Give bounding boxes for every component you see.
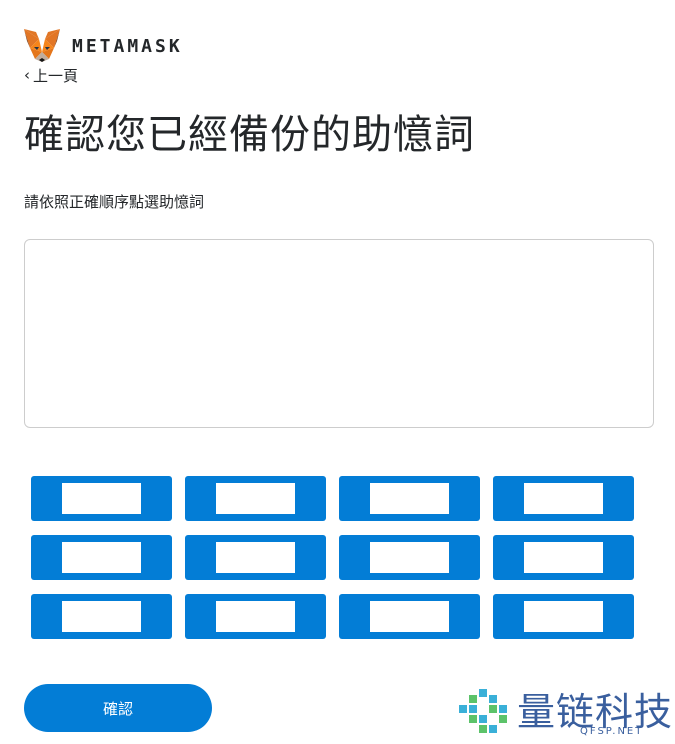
word-label (370, 542, 449, 573)
word-label (370, 483, 449, 514)
confirm-button[interactable]: 確認 (24, 684, 212, 732)
word-label (216, 483, 295, 514)
app-header: METAMASK (22, 28, 183, 64)
word-button[interactable] (493, 594, 634, 639)
word-label (62, 483, 141, 514)
page-title: 確認您已經備份的助憶詞 (24, 112, 475, 158)
word-label (62, 542, 141, 573)
brand-wordmark: METAMASK (72, 35, 183, 57)
word-button[interactable] (185, 535, 326, 580)
word-label (524, 542, 603, 573)
selected-words-area[interactable] (24, 239, 654, 428)
word-button[interactable] (185, 594, 326, 639)
word-button-grid (31, 476, 634, 639)
chevron-left-icon: ‹ (24, 66, 30, 84)
word-label (216, 601, 295, 632)
metamask-fox-icon (24, 29, 60, 62)
word-button[interactable] (339, 476, 480, 521)
word-button[interactable] (185, 476, 326, 521)
word-label (216, 542, 295, 573)
back-label: 上一頁 (33, 67, 79, 85)
word-button[interactable] (31, 476, 172, 521)
word-button[interactable] (339, 535, 480, 580)
word-button[interactable] (493, 476, 634, 521)
word-button[interactable] (493, 535, 634, 580)
quantum-chain-logo-icon (459, 689, 507, 733)
word-button[interactable] (339, 594, 480, 639)
instruction-text: 請依照正確順序點選助憶詞 (24, 193, 205, 211)
word-label (524, 601, 603, 632)
watermark-url: QFSP.NET (580, 726, 644, 737)
back-link[interactable]: ‹ 上一頁 (24, 65, 78, 86)
word-label (370, 601, 449, 632)
word-label (62, 601, 141, 632)
word-button[interactable] (31, 594, 172, 639)
watermark: 量链科技 QFSP.NET (455, 681, 672, 741)
word-button[interactable] (31, 535, 172, 580)
word-label (524, 483, 603, 514)
